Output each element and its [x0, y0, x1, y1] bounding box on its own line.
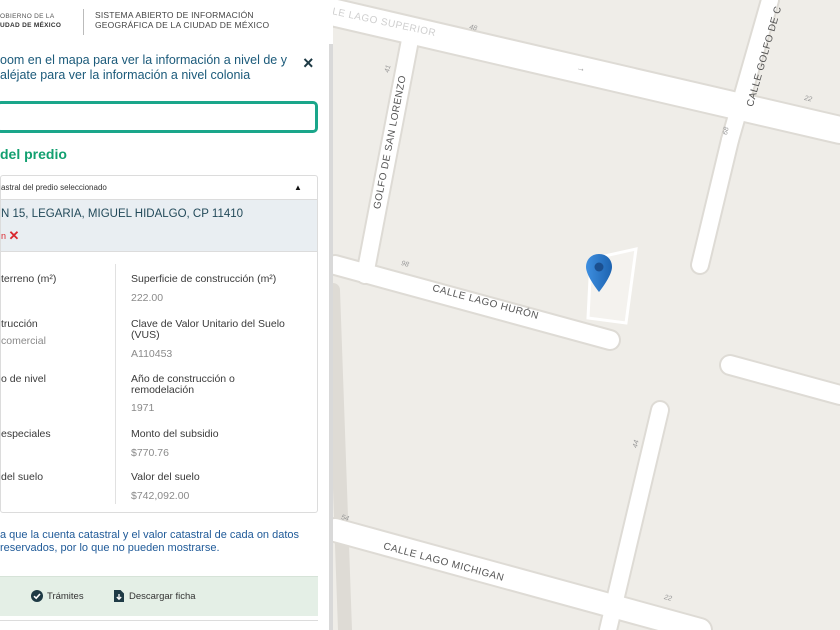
system-title-line2: GEOGRÁFICA DE LA CIUDAD DE MÉXICO — [95, 20, 270, 30]
remove-selection-link[interactable]: n ✕ — [1, 228, 19, 244]
info-panel: oom en el mapa para ver la información a… — [0, 44, 333, 630]
system-title: SISTEMA ABIERTO DE INFORMACIÓN GEOGRÁFIC… — [95, 10, 269, 30]
zoom-instructions: oom en el mapa para ver la información a… — [0, 53, 287, 82]
house-number: 22 — [803, 95, 813, 104]
field-value: A110453 — [131, 348, 173, 360]
tramites-label: Trámites — [47, 590, 84, 602]
property-address: N 15, LEGARIA, MIGUEL HIDALGO, CP 11410 — [1, 208, 244, 220]
house-number: 48 — [468, 24, 478, 33]
download-sheet-button[interactable]: Descargar ficha — [113, 590, 196, 602]
system-title-line1: SISTEMA ABIERTO DE INFORMACIÓN — [95, 10, 254, 20]
download-file-icon — [114, 590, 124, 602]
government-logo[interactable]: OBIERNO DE LA UDAD DE MÉXICO — [0, 12, 61, 30]
column-divider — [115, 264, 116, 504]
field-label: Clave de Valor Unitario del Suelo (VUS) — [131, 318, 285, 341]
field-label: o de nivel — [1, 373, 46, 385]
action-bar: Trámites Descargar ficha — [0, 576, 318, 616]
reserved-data-note: a que la cuenta catastral y el valor cat… — [0, 529, 300, 554]
field-value: $770.76 — [131, 447, 169, 459]
remove-icon[interactable]: ✕ — [9, 228, 20, 243]
check-circle-icon — [31, 590, 43, 602]
property-attributes: terreno (m²) trucción comercial o de niv… — [1, 252, 317, 512]
caret-up-icon[interactable]: ▲ — [294, 183, 302, 192]
field-value: comercial — [1, 335, 46, 347]
app-header: OBIERNO DE LA UDAD DE MÉXICO SISTEMA ABI… — [0, 0, 333, 44]
field-label: Superficie de construcción (m²) — [131, 273, 277, 285]
address-block: N 15, LEGARIA, MIGUEL HIDALGO, CP 11410 … — [1, 200, 317, 252]
field-label: terreno (m²) — [1, 273, 57, 285]
field-label: trucción — [1, 318, 38, 330]
gov-logo-line2: UDAD DE MÉXICO — [0, 22, 62, 29]
download-sheet-label: Descargar ficha — [129, 590, 196, 602]
header-divider — [83, 9, 84, 35]
field-label: Valor del suelo — [131, 471, 200, 483]
field-label: Monto del subsidio — [131, 428, 219, 440]
card-header[interactable]: astral del predio seleccionado ▲ — [1, 176, 317, 200]
search-field[interactable] — [0, 101, 318, 133]
section-title: del predio — [0, 146, 67, 162]
tramites-button[interactable]: Trámites — [31, 590, 84, 602]
cadastral-card: astral del predio seleccionado ▲ N 15, L… — [0, 175, 318, 513]
field-label: del suelo — [1, 471, 44, 483]
field-label: especiales — [1, 428, 51, 440]
card-header-text: astral del predio seleccionado — [1, 183, 107, 192]
search-input[interactable] — [0, 104, 315, 130]
remove-selection-label: n — [1, 231, 7, 241]
field-label: Año de construcción o remodelación — [131, 373, 235, 396]
field-value: $742,092.00 — [131, 490, 190, 502]
panel-scrollbar[interactable] — [329, 44, 333, 630]
gov-logo-line1: OBIERNO DE LA — [0, 13, 55, 20]
field-value: 222.00 — [131, 292, 164, 304]
close-icon[interactable]: × — [303, 53, 314, 74]
field-value: 1971 — [131, 402, 155, 414]
next-card-edge — [0, 620, 318, 630]
